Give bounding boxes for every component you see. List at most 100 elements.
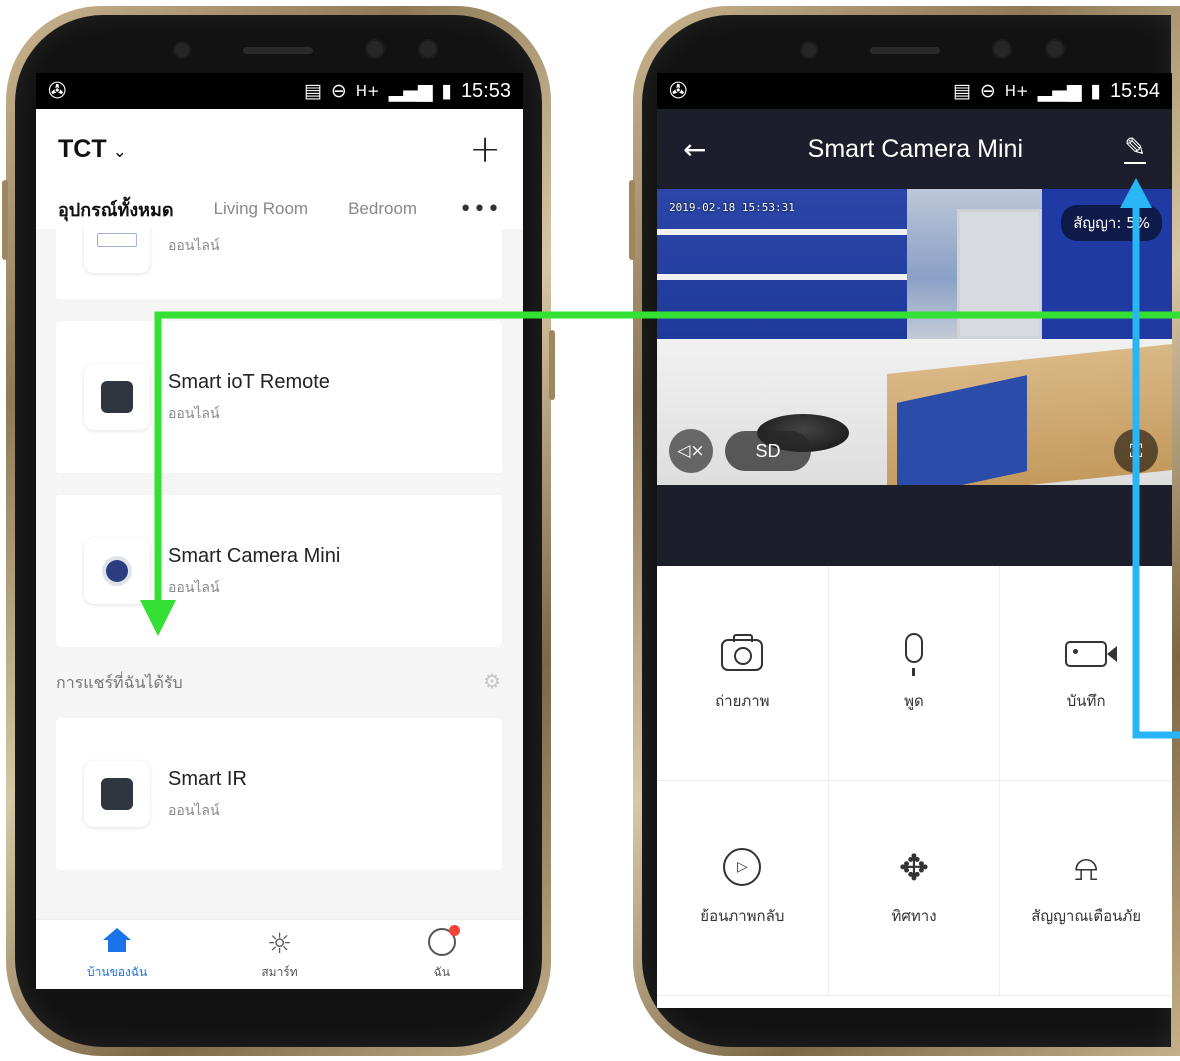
aperture-icon: ✇ [669,78,688,104]
switch-icon [84,229,150,273]
control-label: พูด [904,692,924,710]
device-status: ออนไลน์ [168,406,220,422]
camera-icon [84,538,150,604]
device-card[interactable]: ออนไลน์ [56,229,502,299]
device-card[interactable]: Smart ioT Remote ออนไลน์ [56,321,502,473]
volume-button [2,180,8,260]
signal-label: สัญญา: 5 [1073,214,1136,232]
device-card[interactable]: Smart Camera Mini ออนไลน์ [56,495,502,647]
status-icons: ▤ ⊖ H+ ▂▄▆ ▮ 15:53 [304,80,511,103]
alarm-button[interactable]: ⍾ สัญญาณเตือนภัย [1000,781,1172,996]
fullscreen-icon[interactable]: ⛶ [1114,429,1158,473]
notification-dot [448,924,460,936]
status-bar: ✇ ▤ ⊖ H+ ▂▄▆ ▮ 15:53 [36,73,523,109]
do-not-disturb-icon: ⊖ [979,80,996,102]
nav-smart[interactable]: ☼ สมาร์ท [198,920,360,989]
sensor [1047,41,1063,57]
status-bar: ✇ ▤ ⊖ H+ ▂▄▆ ▮ 15:54 [657,73,1172,109]
microphone-icon [904,633,923,676]
network-type: H+ [1004,82,1029,100]
camera-icon [721,633,764,675]
shared-section-title: การแชร์ที่ฉันได้รับ [56,673,183,692]
nav-me[interactable]: ฉัน [361,920,523,989]
video-scene-door [957,209,1042,339]
chevron-down-icon: ⌄ [112,141,127,161]
battery-icon: ▮ [1090,80,1101,102]
back-arrow-icon[interactable]: ← [683,133,706,166]
cast-icon: ▤ [952,80,971,102]
control-label: ถ่ายภาพ [715,692,770,710]
control-label: ย้อนภาพกลับ [700,907,785,925]
earpiece-speaker [870,47,940,54]
record-button[interactable]: บันทึก [1000,566,1172,781]
camera-live-view[interactable]: 2019-02-18 15:53:31 สัญญา: 5% ◁× SD ⛶ [657,189,1172,485]
quality-button[interactable]: SD [725,431,811,471]
pencil-icon[interactable]: ✎ [1124,134,1146,164]
power-button [549,330,555,400]
aperture-icon: ✇ [48,78,67,104]
mute-icon[interactable]: ◁× [669,429,713,473]
talk-button[interactable]: พูด [828,566,1001,781]
home-name: TCT [58,134,107,163]
video-record-icon [1065,633,1118,675]
add-device-button[interactable]: + [469,130,501,168]
device-name: Smart IR [168,768,247,790]
status-time: 15:53 [460,79,511,102]
nav-label: สมาร์ท [261,964,298,979]
nav-my-home[interactable]: บ้านของฉัน [36,920,198,989]
playback-button[interactable]: ▷ ย้อนภาพกลับ [657,781,829,996]
status-time: 15:54 [1109,79,1160,102]
device-status: ออนไลน์ [168,238,220,254]
room-tabs: อุปกรณ์ทั้งหมด Living Room Bedroom ••• [36,189,523,229]
home-icon [103,927,132,960]
left-screen: ✇ ▤ ⊖ H+ ▂▄▆ ▮ 15:53 TCT ⌄ + อุปกรณ์ทั้งห… [36,73,523,989]
nav-label: ฉัน [433,964,451,979]
tab-bedroom[interactable]: Bedroom [348,199,417,219]
device-list: ออนไลน์ Smart ioT Remote ออนไลน์ Smart C… [36,229,523,879]
video-scene-shelf [657,274,907,280]
sensor [367,41,383,57]
direction-icon: ✥ [898,848,930,889]
device-status: ออนไลน์ [168,803,220,819]
control-label: บันทึก [1066,692,1106,710]
right-screen: ✇ ▤ ⊖ H+ ▂▄▆ ▮ 15:54 ← Smart Camera Mini… [657,73,1172,1008]
gear-icon[interactable]: ⚙ [483,669,501,693]
snapshot-button[interactable]: ถ่ายภาพ [657,566,829,781]
camera-header: ← Smart Camera Mini ✎ [657,109,1172,189]
profile-icon [427,924,460,960]
nav-label: บ้านของฉัน [87,964,148,979]
sensor [420,41,436,57]
signal-suffix: % [1135,214,1150,232]
signal-strength-badge: สัญญา: 5% [1061,205,1162,241]
battery-icon: ▮ [441,80,452,102]
device-card[interactable]: Smart IR ออนไลน์ [56,718,502,870]
video-timestamp: 2019-02-18 15:53:31 [669,201,795,214]
camera-controls: ถ่ายภาพ พูด บันทึก ▷ ย้อนภาพกลับ ✥ ทิศทา… [657,566,1172,1008]
tab-living-room[interactable]: Living Room [214,199,309,219]
sensor [994,41,1010,57]
control-label: สัญญาณเตือนภัย [1031,907,1142,925]
signal-icon: ▂▄▆ [388,80,433,102]
control-label: ทิศทาง [891,907,937,925]
alarm-icon: ⍾ [1074,848,1099,889]
device-status: ออนไลน์ [168,580,220,596]
front-camera [802,43,816,57]
do-not-disturb-icon: ⊖ [330,80,347,102]
earpiece-speaker [243,47,313,54]
device-name: Smart Camera Mini [168,545,341,567]
volume-button [629,180,635,260]
page-title: Smart Camera Mini [807,134,1023,163]
remote-icon [84,364,150,430]
playback-icon: ▷ [723,848,762,890]
more-icon[interactable]: ••• [459,197,501,222]
network-type: H+ [355,82,380,100]
device-name: Smart ioT Remote [168,371,330,393]
direction-button[interactable]: ✥ ทิศทาง [828,781,1001,996]
video-scene-shelf [657,229,907,235]
signal-icon: ▂▄▆ [1037,80,1082,102]
home-header: TCT ⌄ + [36,109,523,189]
tab-all-devices[interactable]: อุปกรณ์ทั้งหมด [58,195,174,224]
remote-icon [84,761,150,827]
home-selector[interactable]: TCT ⌄ [58,135,127,164]
video-spacer [657,485,1172,566]
